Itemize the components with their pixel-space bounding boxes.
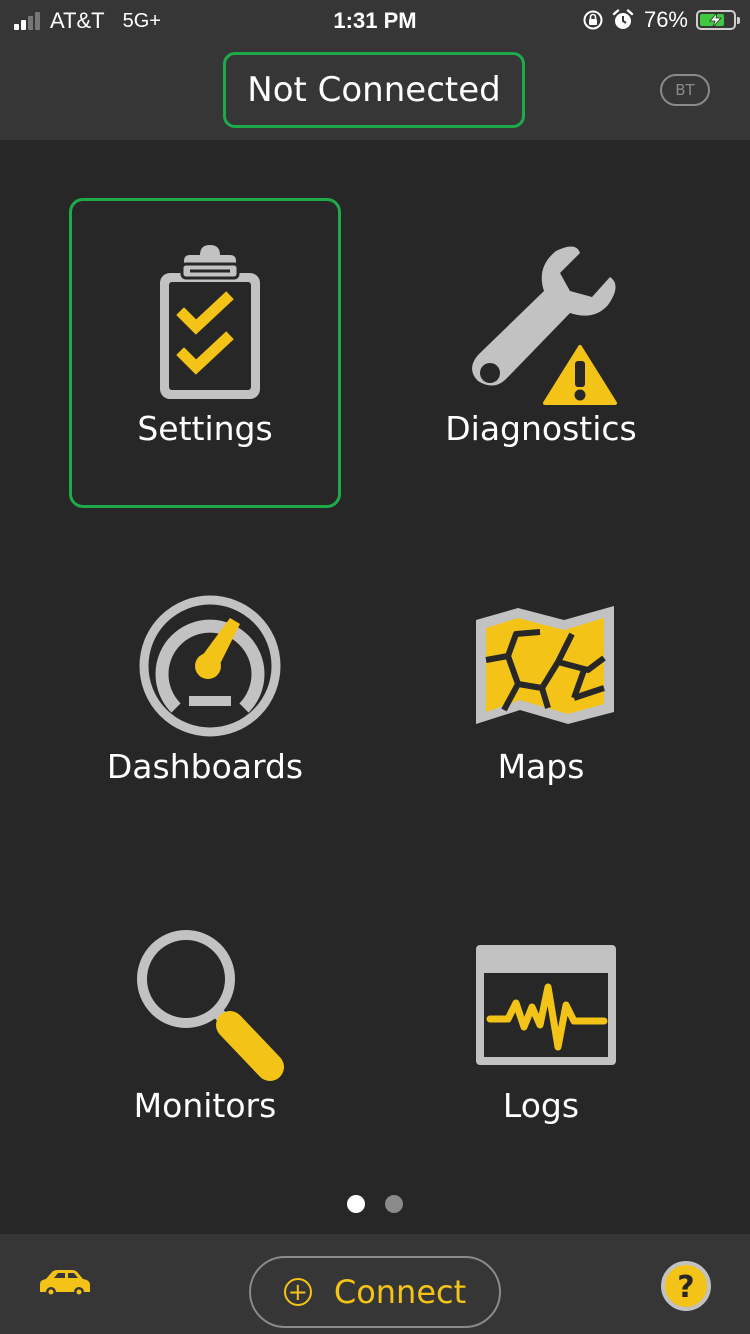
connect-button[interactable]: + Connect <box>249 1256 501 1328</box>
menu-label-logs: Logs <box>502 1086 580 1125</box>
status-bar: AT&T 5G+ 1:31 PM 76% <box>0 0 750 40</box>
menu-label-maps: Maps <box>497 747 585 786</box>
gauge-icon <box>139 595 281 737</box>
menu-item-settings[interactable]: Settings <box>69 198 341 508</box>
page-dot-2[interactable] <box>385 1195 403 1213</box>
menu-item-monitors[interactable]: Monitors <box>69 872 341 1182</box>
menu-label-monitors: Monitors <box>133 1086 277 1125</box>
menu-item-logs[interactable]: Logs <box>405 872 677 1182</box>
wrench-warning-icon <box>472 246 622 407</box>
menu-item-dashboards[interactable]: Dashboards <box>69 535 341 845</box>
orientation-lock-icon <box>583 10 603 30</box>
home-screen: AT&T 5G+ 1:31 PM 76% Not Connected BT Se… <box>0 0 750 1334</box>
battery-percent: 76% <box>643 7 688 32</box>
page-dot-1[interactable] <box>347 1195 365 1213</box>
menu-label-dashboards: Dashboards <box>106 747 304 786</box>
alarm-icon <box>612 9 634 29</box>
status-bar-right: 76% <box>582 7 740 33</box>
menu-item-maps[interactable]: Maps <box>405 535 677 845</box>
bottom-toolbar: + Connect ? <box>0 1234 750 1334</box>
help-icon[interactable]: ? <box>660 1260 712 1312</box>
clipboard-checklist-icon <box>160 245 260 399</box>
connect-label: Connect <box>333 1273 467 1311</box>
menu-item-diagnostics[interactable]: Diagnostics <box>405 198 677 508</box>
log-waveform-icon <box>476 945 616 1065</box>
connection-status-button[interactable]: Not Connected <box>223 52 525 128</box>
svg-text:?: ? <box>677 1270 694 1305</box>
car-icon[interactable] <box>36 1268 92 1298</box>
map-icon <box>476 606 614 724</box>
plus-circle-icon: + <box>283 1278 312 1306</box>
page-indicator <box>0 1195 750 1213</box>
menu-label-diagnostics: Diagnostics <box>445 409 637 448</box>
bluetooth-badge[interactable]: BT <box>660 74 710 106</box>
battery-charging-icon <box>696 10 740 30</box>
magnifier-icon <box>137 930 284 1081</box>
app-header: Not Connected BT <box>0 40 750 140</box>
menu-label-settings: Settings <box>137 409 273 448</box>
